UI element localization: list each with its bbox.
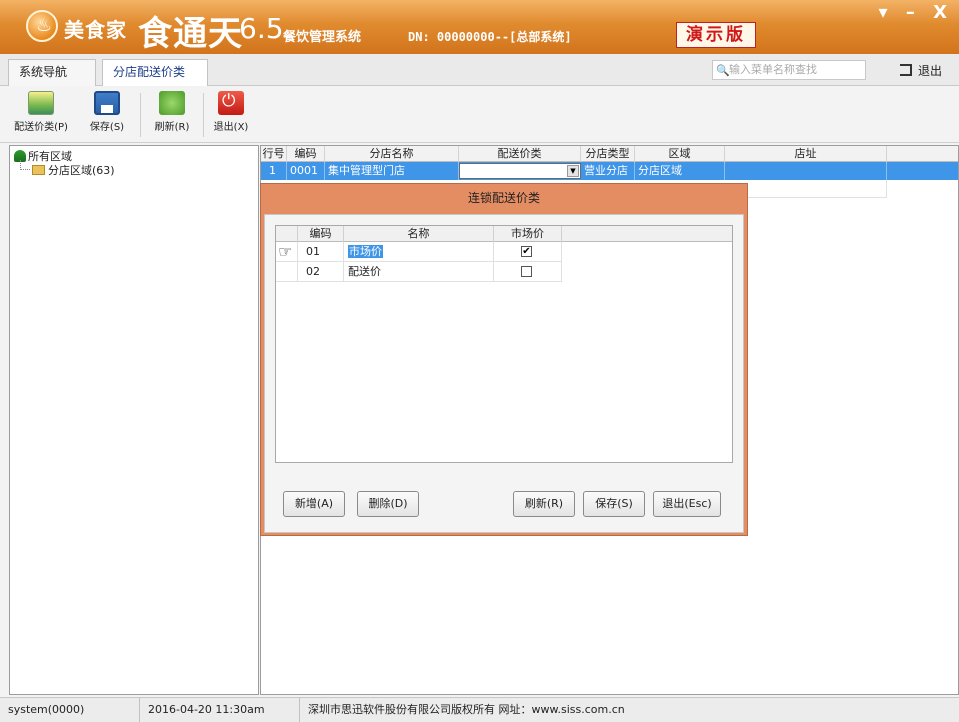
region-tree-panel: 所有区域 分店区域(63) [9,145,259,695]
market-price-checkbox[interactable]: ✔ [521,246,532,257]
product-version: 6.5 [239,12,284,45]
pointing-hand-icon: ☞ [278,242,293,261]
column-header: 配送价类 [459,146,581,162]
cell-market-price [494,262,562,282]
brand-name: 美食家 [64,18,127,42]
title-bar: ♨ 美食家 食通天 6.5 餐饮管理系统 DN: 00000000--[总部系统… [0,0,959,54]
add-button[interactable]: 新增(A) [283,491,345,517]
logout-icon [900,64,912,76]
exit-button[interactable]: 退出(X) [207,91,255,133]
cell-code: 02 [298,262,344,282]
logo-icon: ♨ [26,10,58,42]
tab-system-navigation[interactable]: 系统导航 [8,59,96,86]
delivery-price-class-dialog: 连锁配送价类 编码 名称 市场价 ☞ 01 市场价 ✔ 02 配送价 新增(A)… [260,183,748,536]
refresh-button[interactable]: 刷新(R) [146,91,198,133]
cell-code: 01 [298,242,344,262]
power-exit-icon [218,91,244,115]
dialog-exit-button[interactable]: 退出(Esc) [653,491,721,517]
delivery-price-class-button[interactable]: 配送价类(P) [10,91,72,133]
grid-header: 编码 名称 市场价 [276,226,732,242]
dialog-refresh-button[interactable]: 刷新(R) [513,491,575,517]
column-header: 分店类型 [581,146,635,162]
dialog-save-button[interactable]: 保存(S) [583,491,645,517]
cell-region: 分店区域 [635,162,725,180]
status-user: system(0000) [0,698,140,722]
row-indicator: ☞ [276,242,298,262]
toolbar-label: 配送价类(P) [14,122,68,133]
category-image-icon [28,91,54,115]
cell-address [725,162,887,180]
toolbar-label: 退出(X) [213,122,249,133]
cell-branch-name: 集中管理型门店 [325,162,459,180]
toolbar: 配送价类(P) 保存(S) 刷新(R) 退出(X) [0,87,959,143]
column-header: 市场价 [494,226,562,242]
cell-branch-type: 营业分店 [581,162,635,180]
cell-code: 0001 [287,162,325,180]
save-disk-icon [94,91,120,115]
table-row[interactable]: 1 0001 集中管理型门店 ▼ 营业分店 分店区域 [261,162,958,180]
column-header-indicator [276,226,298,242]
tree-node-branch-region[interactable]: 分店区域(63) [32,162,115,178]
tab-label: 分店配送价类 [113,65,186,79]
cell-market-price: ✔ [494,242,562,262]
column-header: 分店名称 [325,146,459,162]
toolbar-label: 保存(S) [89,122,125,133]
tab-label: 系统导航 [19,65,68,79]
window-controls[interactable]: ▾ – X [879,2,953,23]
table-row[interactable]: 02 配送价 [276,262,732,282]
column-header: 编码 [298,226,344,242]
search-icon: 🔍 [716,64,730,77]
demo-badge: 演示版 [676,22,756,48]
logout-button[interactable]: 退出 [900,62,942,79]
delete-button[interactable]: 删除(D) [357,491,419,517]
toolbar-label: 刷新(R) [154,122,190,133]
cell-name[interactable]: 配送价 [344,262,494,282]
grid-header: 行号 编码 分店名称 配送价类 分店类型 区域 店址 [261,146,958,162]
table-row[interactable]: ☞ 01 市场价 ✔ [276,242,732,262]
status-bar: system(0000) 2016-04-20 11:30am 深圳市思迅软件股… [0,697,959,722]
toolbar-separator [140,93,141,137]
dialog-title: 连锁配送价类 [467,191,540,205]
tab-bar: 系统导航 分店配送价类✕ 🔍 输入菜单名称查找 退出 [0,54,959,104]
folder-icon [32,165,45,175]
logout-label: 退出 [918,64,943,78]
price-class-grid: 编码 名称 市场价 ☞ 01 市场价 ✔ 02 配送价 [275,225,733,463]
tab-branch-delivery-price-class[interactable]: 分店配送价类✕ [102,59,208,104]
cell-name[interactable]: 市场价 [344,242,494,262]
chevron-down-icon[interactable]: ▼ [567,165,579,177]
cell-name-text: 市场价 [348,245,383,258]
menu-search-input[interactable]: 🔍 输入菜单名称查找 [712,60,866,80]
column-header: 名称 [344,226,494,242]
tree-connector [20,160,30,170]
tree-node-label: 分店区域(63) [48,164,115,177]
refresh-icon [159,91,185,115]
cell-line-no: 1 [261,162,287,180]
product-name: 食通天 [138,14,243,54]
dn-label: DN: 00000000--[总部系统] [408,30,572,44]
system-name: 餐饮管理系统 [283,30,362,45]
status-datetime: 2016-04-20 11:30am [140,698,300,722]
save-button[interactable]: 保存(S) [80,91,134,133]
market-price-checkbox[interactable] [521,266,532,277]
toolbar-separator [203,93,204,137]
search-placeholder: 输入菜单名称查找 [729,63,817,76]
dialog-body: 编码 名称 市场价 ☞ 01 市场价 ✔ 02 配送价 新增(A) 删除(D) … [264,214,744,533]
row-indicator [276,262,298,282]
status-copyright: 深圳市思迅软件股份有限公司版权所有 网址：www.siss.com.cn [308,703,625,716]
column-header: 行号 [261,146,287,162]
column-header: 店址 [725,146,887,162]
column-header: 区域 [635,146,725,162]
price-class-dropdown[interactable]: ▼ [459,163,581,179]
column-header: 编码 [287,146,325,162]
